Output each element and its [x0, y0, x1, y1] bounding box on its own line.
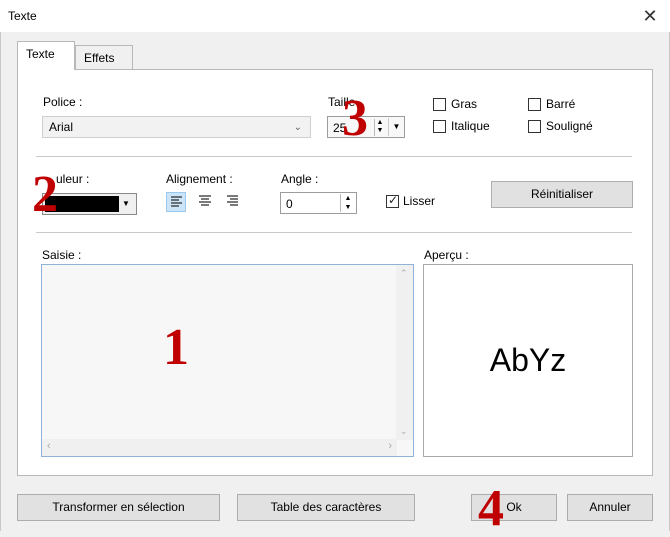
tab-texte[interactable]: Texte [17, 41, 75, 70]
left-align-icon[interactable] [166, 192, 186, 212]
italique-checkbox[interactable] [433, 120, 446, 133]
marker-2: 2 [32, 166, 58, 223]
reset-button[interactable]: Réinitialiser [491, 181, 633, 208]
marker-4: 4 [478, 480, 504, 537]
saisie-label: Saisie : [42, 248, 82, 262]
horizontal-scrollbar[interactable]: ‹ › [42, 439, 397, 456]
barre-label: Barré [546, 97, 576, 111]
barre-checkbox[interactable] [528, 98, 541, 111]
angle-value: 0 [286, 197, 293, 211]
souligne-label: Souligné [546, 119, 593, 133]
alignement-label: Alignement : [166, 172, 233, 186]
character-table-button[interactable]: Table des caractères [237, 494, 415, 521]
police-label: Police : [43, 95, 83, 109]
apercu-sample: AbYz [489, 342, 567, 378]
window-title: Texte [8, 9, 37, 23]
lisser-label: Lisser [403, 194, 436, 208]
marker-1: 1 [163, 319, 189, 376]
center-align-icon[interactable] [196, 192, 216, 212]
couleur-label: uleur : [56, 172, 90, 186]
chevron-down-icon: ▼ [122, 199, 130, 208]
separator [36, 156, 632, 157]
separator [36, 232, 632, 233]
tab-effets-label: Effets [84, 51, 115, 65]
apercu-label: Aperçu : [424, 248, 469, 262]
police-value: Arial [49, 120, 74, 134]
taille-spinner[interactable]: ▲ ▼ [374, 119, 385, 136]
apercu-box: AbYz [423, 264, 633, 457]
italique-label: Italique [451, 119, 490, 133]
marker-3: 3 [342, 90, 368, 147]
taille-dropdown-icon[interactable]: ▼ [388, 118, 404, 136]
right-align-icon[interactable] [224, 192, 244, 212]
police-select[interactable]: Arial ⌄ [42, 116, 311, 138]
title-bar [0, 0, 670, 32]
lisser-checkbox[interactable] [386, 193, 399, 208]
tab-texte-label: Texte [26, 47, 55, 61]
close-icon[interactable]: ✕ [638, 4, 662, 28]
tab-effets[interactable]: Effets [75, 45, 133, 70]
angle-spinner[interactable]: 0 ▲ ▼ [280, 192, 357, 214]
chevron-down-icon: ⌄ [293, 122, 302, 133]
angle-label: Angle : [281, 172, 319, 186]
scroll-up-icon[interactable]: ⌃ [400, 268, 408, 279]
scroll-left-icon[interactable]: ‹ [47, 440, 51, 452]
souligne-checkbox[interactable] [528, 120, 541, 133]
gras-checkbox[interactable] [433, 98, 446, 111]
transform-selection-button[interactable]: Transformer en sélection [17, 494, 220, 521]
vertical-scrollbar[interactable]: ⌃ ⌄ [396, 265, 413, 440]
gras-label: Gras [451, 97, 478, 111]
cancel-button[interactable]: Annuler [567, 494, 653, 521]
scroll-down-icon[interactable]: ⌄ [400, 426, 408, 437]
angle-spin-arrows-icon[interactable]: ▲ ▼ [340, 194, 355, 212]
saisie-textarea[interactable]: ⌃ ⌄ ‹ › [41, 264, 414, 457]
scroll-right-icon[interactable]: › [388, 440, 392, 452]
